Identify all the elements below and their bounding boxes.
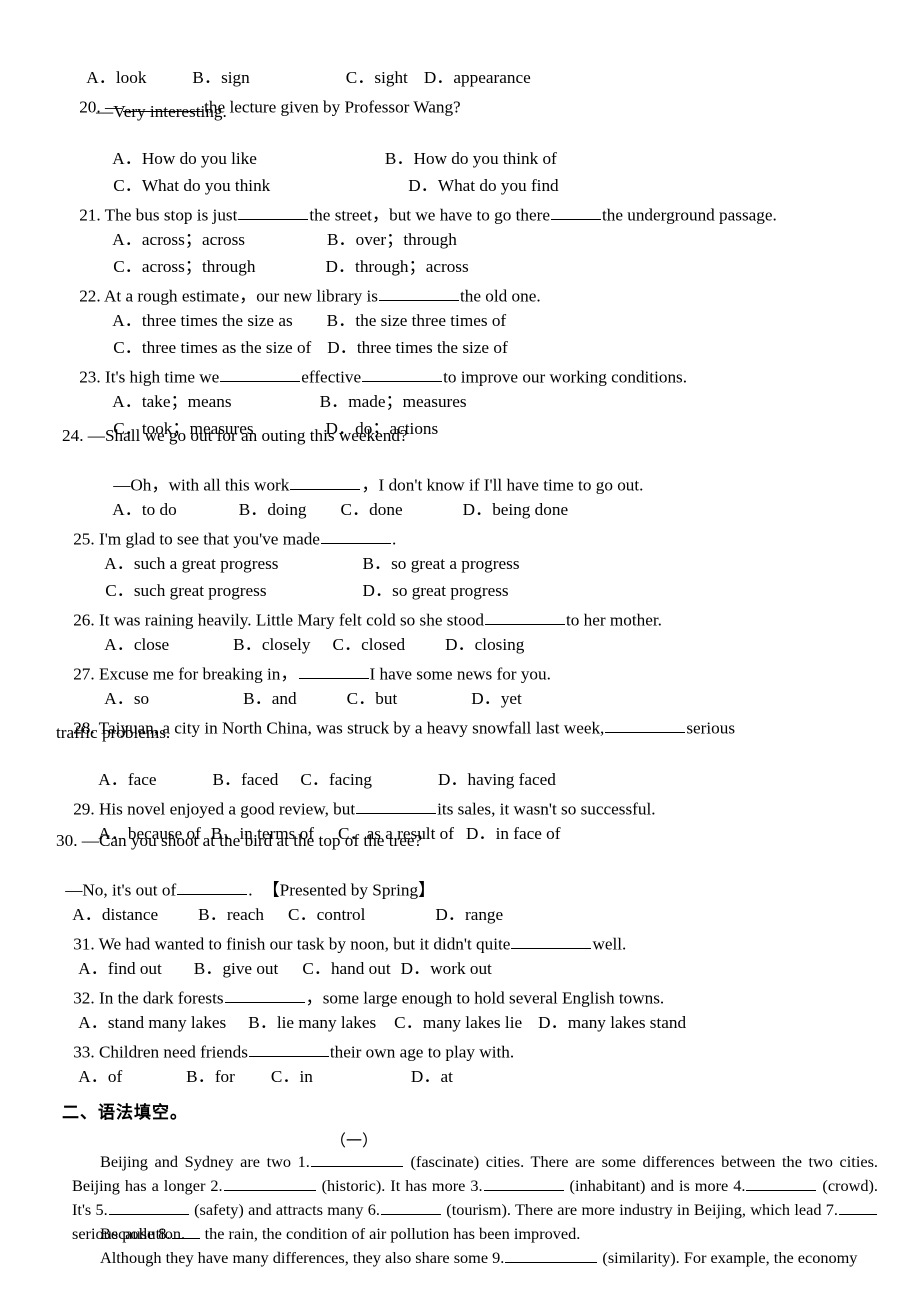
- cloze-seg-12: (similarity). For example, the economy: [598, 1248, 858, 1267]
- blank-5: [108, 1199, 189, 1215]
- question-24-stem: 24. —Shall we go out for an outing this …: [62, 426, 408, 445]
- blank-2: [223, 1175, 316, 1191]
- option-a: A．of: [78, 1067, 123, 1086]
- option-d: D．being done: [462, 500, 569, 519]
- cloze-seg-4: (inhabitant) and is more 4.: [564, 1176, 746, 1195]
- blank-7: [839, 1199, 877, 1215]
- cloze-seg-7: (tourism). There are more industry in Be…: [441, 1200, 838, 1219]
- question-20-reply: —Very interesting.: [96, 102, 227, 121]
- section-two-heading: 二、语法填空。: [62, 1103, 188, 1123]
- cloze-seg-9: Because 8.: [100, 1224, 171, 1243]
- cloze-seg-6: (safety) and attracts many 6.: [189, 1200, 380, 1219]
- option-c: C．in: [270, 1067, 313, 1086]
- option-d: D．at: [410, 1067, 453, 1086]
- blank: [511, 932, 592, 950]
- blank: [550, 203, 601, 221]
- blank-9: [505, 1247, 598, 1263]
- section-two-sub-marker: （一）: [330, 1133, 379, 1150]
- blank-3: [483, 1175, 564, 1191]
- blank-6: [380, 1199, 441, 1215]
- cloze-seg-10: the rain, the condition of air pollution…: [200, 1224, 581, 1243]
- question-26-stem-b: to her mother.: [566, 610, 662, 630]
- question-30-stem: 30. —Can you shoot at the bird at the to…: [56, 831, 423, 850]
- question-21-stem-c: the underground passage.: [601, 205, 777, 225]
- blank: [605, 716, 686, 734]
- blank-4: [746, 1175, 817, 1191]
- cloze-seg-1: Beijing and Sydney are two 1.: [100, 1152, 310, 1171]
- question-23-stem-c: to improve our working conditions.: [443, 367, 688, 387]
- option-d: D．in face of: [465, 824, 561, 843]
- cloze-seg-11: Although they have many differences, the…: [100, 1248, 505, 1267]
- option-d: D．many lakes stand: [538, 1013, 687, 1032]
- question-20-stem-text: the lecture given by Professor Wang?: [204, 97, 461, 117]
- question-28-stem-b: serious: [686, 718, 736, 738]
- exam-page: A．look B．sign C．sight D．appearance 20. — the…: [0, 0, 920, 1302]
- blank-1: [310, 1151, 403, 1167]
- cloze-paragraph-3: Although they have many differences, the…: [72, 1246, 878, 1270]
- cloze-paragraph-2: Because 8. the rain, the condition of ai…: [72, 1222, 878, 1246]
- option-b: B．for: [186, 1067, 235, 1086]
- question-28-stem-line2: traffic problems.: [56, 723, 171, 742]
- blank-8: [171, 1223, 200, 1239]
- question-31-stem-b: well.: [592, 934, 627, 954]
- cloze-seg-3: (historic). It has more 3.: [316, 1176, 483, 1195]
